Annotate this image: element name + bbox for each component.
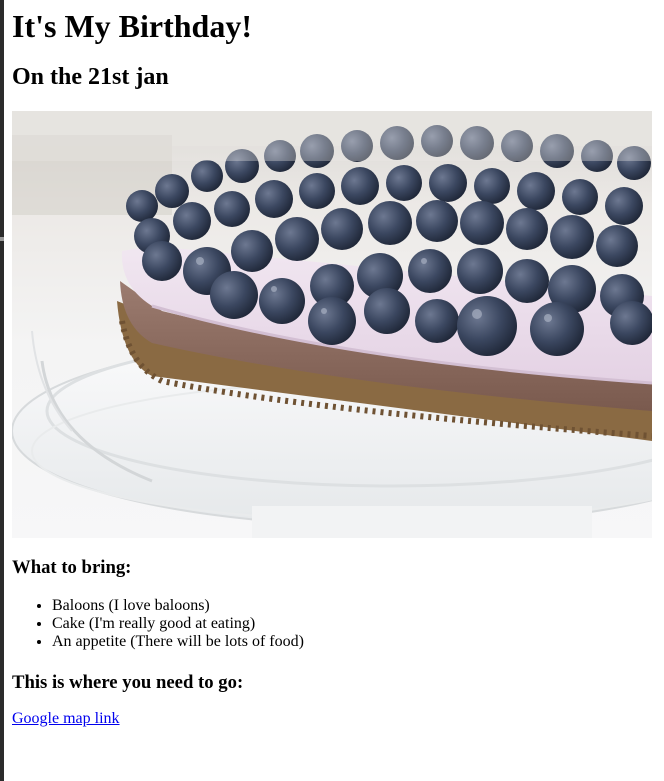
window-edge-notch (0, 237, 4, 241)
window-edge-bar (0, 0, 4, 781)
list-item: Baloons (I love baloons) (52, 597, 304, 615)
bring-list: Baloons (I love baloons) Cake (I'm reall… (12, 597, 304, 651)
page-title: It's My Birthday! (12, 8, 252, 44)
cake-photo (12, 111, 652, 538)
directions-heading: This is where you need to go: (12, 672, 244, 693)
list-item: An appetite (There will be lots of food) (52, 633, 304, 651)
what-to-bring-heading: What to bring: (12, 557, 132, 578)
list-item: Cake (I'm really good at eating) (52, 615, 304, 633)
page-subtitle: On the 21st jan (12, 64, 169, 90)
google-map-link[interactable]: Google map link (12, 710, 120, 728)
